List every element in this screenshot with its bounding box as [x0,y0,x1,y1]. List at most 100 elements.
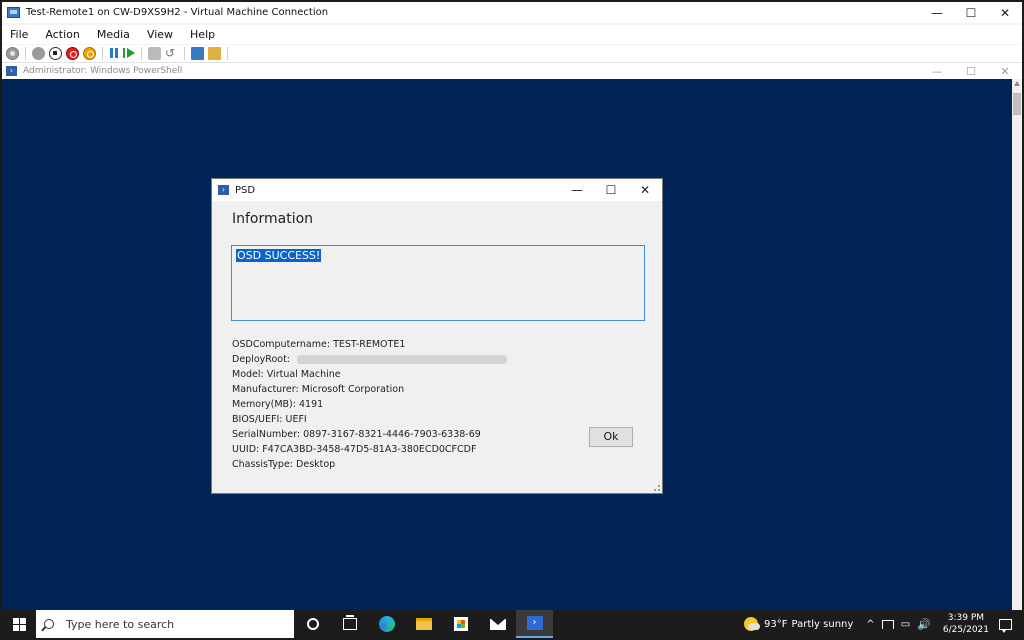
psd-close-button[interactable]: ✕ [628,179,662,201]
task-view-icon [342,615,357,630]
vm-minimize-button[interactable]: — [920,2,954,23]
info-value: Virtual Machine [266,369,341,380]
ctrl-alt-del-icon[interactable] [6,47,19,60]
powershell-title-bar: › Administrator: Windows PowerShell — ☐ … [2,63,1022,79]
ok-button[interactable]: Ok [589,427,633,447]
psd-info-list: OSDComputername: TEST-REMOTE1 DeployRoot… [232,337,562,472]
powershell-taskbar-button[interactable]: › [516,610,553,638]
mail-icon [489,618,506,630]
info-label: Manufacturer: [232,384,299,395]
menu-file[interactable]: File [10,28,28,41]
toolbar-separator [227,47,228,60]
psd-heading: Information [232,211,314,227]
pause-icon[interactable] [109,47,119,60]
powershell-icon: › [6,66,17,76]
resume-icon[interactable] [123,47,135,60]
info-row-deployroot: DeployRoot: [232,352,562,367]
screen-frame: Test-Remote1 on CW-D9XS9H2 - Virtual Mac… [0,0,1024,640]
info-value: F47CA3BD-3458-47D5-81A3-380ECD0CFCDF [262,444,477,455]
powershell-icon: › [526,616,543,630]
menu-help[interactable]: Help [190,28,215,41]
menu-action[interactable]: Action [45,28,79,41]
weather-temperature: 93°F [764,618,788,630]
menu-media[interactable]: Media [97,28,130,41]
search-placeholder: Type here to search [66,617,175,631]
turn-off-icon[interactable] [49,47,62,60]
info-label: Memory(MB): [232,399,296,410]
vm-window-title: Test-Remote1 on CW-D9XS9H2 - Virtual Mac… [26,7,329,18]
resize-grip-icon[interactable] [654,485,660,491]
vm-close-button[interactable]: ✕ [988,2,1022,23]
file-explorer-icon [415,618,432,630]
powershell-window-title: Administrator: Windows PowerShell [23,66,183,76]
cortana-icon [306,618,319,630]
checkpoint-icon[interactable] [148,47,161,60]
toolbar-separator [141,47,142,60]
show-hidden-icons-chevron-icon[interactable]: ^ [866,619,874,630]
vm-maximize-button[interactable]: ☐ [954,2,988,23]
vm-connection-icon [7,7,20,18]
clock-date: 6/25/2021 [942,625,989,635]
powershell-minimize-button[interactable]: — [920,63,954,79]
psd-minimize-button[interactable]: — [560,179,594,201]
info-label: Model: [232,369,264,380]
powershell-icon: › [218,185,229,195]
start-icon[interactable] [32,47,45,60]
cortana-button[interactable] [294,610,331,638]
system-tray: 93°F Partly sunny ^ ▭ 🔊 3:39 PM 6/25/202… [744,610,1022,638]
weather-condition: Partly sunny [791,618,854,630]
info-label: ChassisType: [232,459,293,470]
info-row-bios-uefi: BIOS/UEFI: UEFI [232,412,562,427]
psd-window-controls: — ☐ ✕ [560,179,662,201]
vm-title-bar: Test-Remote1 on CW-D9XS9H2 - Virtual Mac… [2,2,1022,23]
shut-down-icon[interactable] [66,47,79,60]
info-value: UEFI [285,414,307,425]
partly-sunny-icon [744,617,761,631]
info-row-model: Model: Virtual Machine [232,367,562,382]
powershell-scrollbar[interactable] [1012,79,1022,610]
vm-toolbar: ↺ [2,45,1022,63]
psd-title-bar: › PSD — ☐ ✕ [212,179,662,201]
edge-icon [378,616,395,632]
mail-taskbar-button[interactable] [479,610,516,638]
psd-output-textbox[interactable]: OSD SUCCESS! [231,245,645,321]
store-taskbar-button[interactable] [442,610,479,638]
redacted-value [297,355,508,364]
weather-widget[interactable]: 93°F Partly sunny [744,617,853,631]
taskbar-clock[interactable]: 3:39 PM 6/25/2021 [943,612,989,636]
file-explorer-taskbar-button[interactable] [405,610,442,638]
edge-taskbar-button[interactable] [368,610,405,638]
info-value: 0897-3167-8321-4446-7903-6338-69 [303,429,481,440]
vm-menu-bar: File Action Media View Help [2,25,1022,44]
start-button[interactable] [2,610,36,638]
volume-icon[interactable]: 🔊 [917,618,931,631]
psd-maximize-button[interactable]: ☐ [594,179,628,201]
info-row-serialnumber: SerialNumber: 0897-3167-8321-4446-7903-6… [232,427,562,442]
scroll-up-icon[interactable] [1014,81,1020,86]
info-value: Microsoft Corporation [301,384,405,395]
menu-view[interactable]: View [147,28,173,41]
info-value: Desktop [296,459,336,470]
enhanced-session-icon[interactable] [191,47,204,60]
powershell-window-controls: — ☐ ✕ [920,63,1022,79]
clock-time: 3:39 PM [947,613,985,623]
revert-icon[interactable]: ↺ [165,47,178,60]
taskbar-search-box[interactable]: Type here to search [36,610,294,638]
toolbar-separator [102,47,103,60]
info-value: 4191 [299,399,324,410]
windows-logo-icon [12,617,26,631]
network-icon[interactable] [881,619,894,629]
powershell-close-button[interactable]: ✕ [988,63,1022,79]
notifications-icon[interactable] [999,618,1012,633]
info-row-manufacturer: Manufacturer: Microsoft Corporation [232,382,562,397]
scrollbar-thumb[interactable] [1013,93,1021,115]
vm-window-controls: — ☐ ✕ [920,2,1022,23]
info-label: OSDComputername: [232,339,331,350]
powershell-maximize-button[interactable]: ☐ [954,63,988,79]
language-icon[interactable]: ▭ [901,619,910,630]
share-icon[interactable] [208,47,221,60]
info-row-computername: OSDComputername: TEST-REMOTE1 [232,337,562,352]
task-view-button[interactable] [331,610,368,638]
store-icon [453,617,468,631]
save-icon[interactable] [83,47,96,60]
